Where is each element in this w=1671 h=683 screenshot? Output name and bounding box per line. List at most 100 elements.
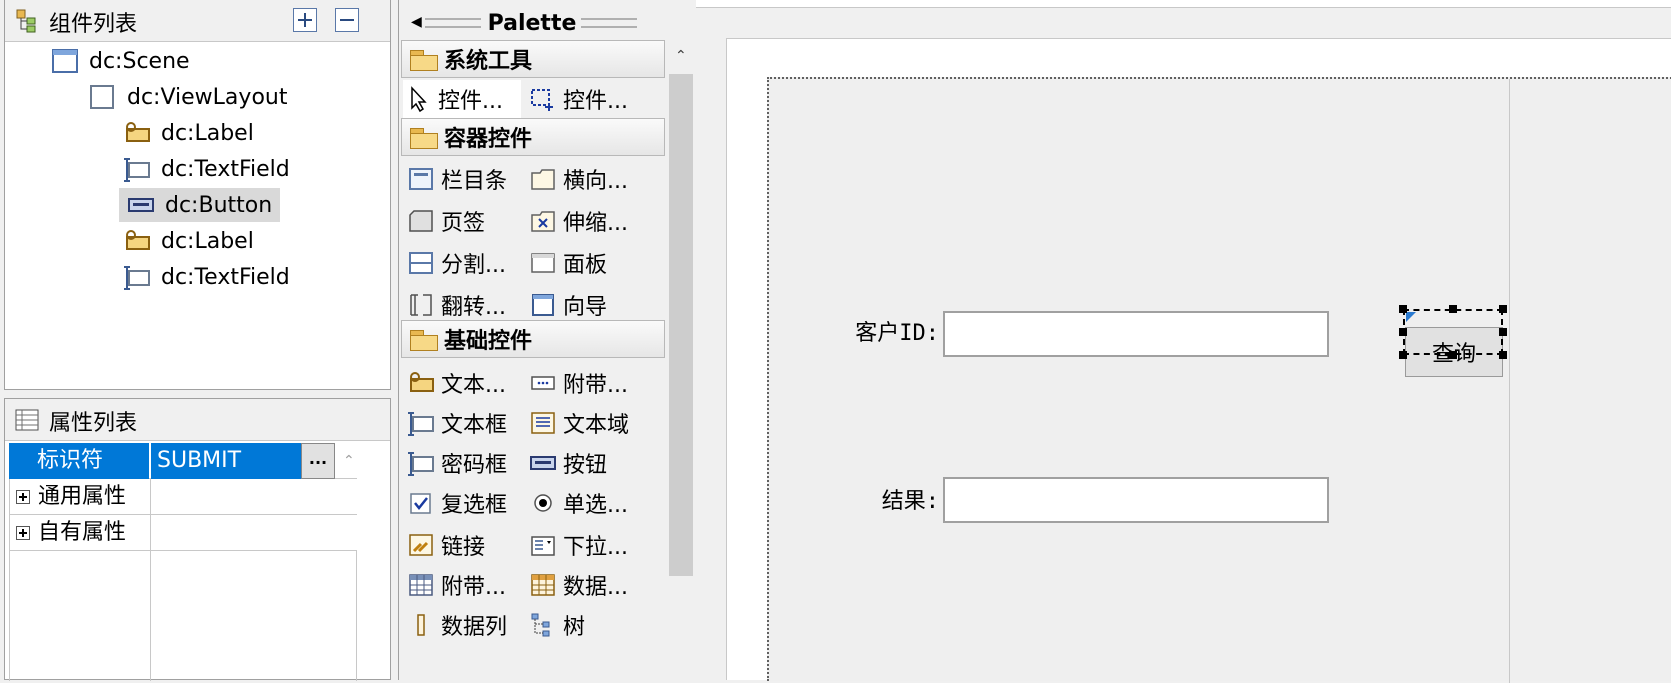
palette-item-textbox[interactable]: 文本框 (407, 404, 507, 442)
customer-id-label[interactable]: 客户ID: (829, 315, 939, 347)
palette-item-attached-1[interactable]: 附带... (529, 364, 628, 402)
tree-item-textfield-2[interactable]: dc:TextField (123, 260, 290, 294)
grip-right (581, 18, 637, 28)
palette-item-data[interactable]: 数据... (529, 566, 628, 604)
tree-item-textfield-1[interactable]: dc:TextField (123, 152, 290, 186)
palette-item-marquee-tool[interactable]: 控件... (529, 80, 628, 118)
textarea-icon (529, 409, 557, 437)
collapse-all-button[interactable] (335, 8, 359, 32)
palette-item-checkbox[interactable]: 复选框 (407, 484, 507, 522)
scroll-up-arrow-icon[interactable]: ⌃ (675, 48, 687, 64)
customer-id-input[interactable] (943, 311, 1329, 357)
link-icon (407, 531, 435, 559)
marquee-select-icon (529, 85, 557, 113)
top-ruler (696, 0, 1671, 8)
palette-item-label: 控件... (563, 89, 628, 114)
palette-item-wizard[interactable]: 向导 (529, 286, 607, 324)
tree-item-label: dc:ViewLayout (127, 84, 288, 110)
palette-item-tree[interactable]: 树 (529, 606, 585, 644)
scroll-up-icon[interactable]: ⌃ (343, 453, 355, 469)
resize-handle[interactable] (1399, 328, 1407, 336)
palette-item-label: 页签 (441, 211, 486, 236)
palette-item-label: 树 (563, 615, 586, 640)
palette-item-textarea[interactable]: 文本域 (529, 404, 629, 442)
label-icon (123, 227, 151, 255)
resize-handle[interactable] (1399, 305, 1407, 313)
palette-item-attached-2[interactable]: 附带... (407, 566, 506, 604)
resize-handle[interactable] (1499, 305, 1507, 313)
property-row-own[interactable]: 自有属性 (9, 515, 357, 551)
resize-handle[interactable] (1499, 328, 1507, 336)
palette-item-collapsible[interactable]: 伸缩... (529, 202, 628, 240)
tree-item-selected-bg: dc:Button (119, 188, 281, 222)
tree-item-label-1[interactable]: dc:Label (123, 116, 254, 150)
palette-item-password[interactable]: 密码框 (407, 444, 507, 482)
property-list-icon (15, 409, 39, 431)
palette-category-container[interactable]: 容器控件 (401, 118, 665, 156)
property-row-identifier[interactable]: 标识符 SUBMIT ... ⌃ (9, 443, 357, 479)
palette-item-splitter[interactable]: 分割... (407, 244, 506, 282)
category-label: 系统工具 (444, 49, 533, 74)
palette-category-system[interactable]: 系统工具 (401, 40, 665, 78)
result-input[interactable] (943, 477, 1329, 523)
expand-icon[interactable] (16, 526, 30, 540)
palette-item-dropdown[interactable]: 下拉... (529, 526, 628, 564)
textfield-icon (407, 409, 435, 437)
grid-table-icon (407, 571, 435, 599)
ellipsis-button[interactable]: ... (301, 443, 335, 479)
palette-item-flip[interactable]: 翻转... (407, 286, 506, 324)
folder-icon (410, 328, 438, 351)
folder-icon (410, 48, 438, 71)
design-canvas: 客户ID: 查询 结果: (696, 0, 1671, 683)
textfield-icon (123, 155, 151, 183)
palette-item-button[interactable]: 按钮 (529, 444, 607, 482)
tree-item-scene[interactable]: dc:Scene (51, 44, 190, 78)
property-value-input[interactable]: SUBMIT (151, 443, 301, 479)
palette-scrollbar[interactable]: ⌃ (667, 42, 695, 680)
resize-handle[interactable] (1449, 305, 1457, 313)
palette-item-column-bar[interactable]: 栏目条 (407, 160, 507, 198)
tree-item-viewlayout[interactable]: dc:ViewLayout (89, 80, 287, 114)
palette-item-tab[interactable]: 页签 (407, 202, 485, 240)
palette-item-label: 伸缩... (563, 211, 628, 236)
resize-handle[interactable] (1449, 351, 1457, 359)
palette-item-text[interactable]: 文本... (407, 364, 506, 402)
component-tree-header: 组件列表 (5, 0, 390, 42)
palette-item-data-column[interactable]: 数据列 (407, 606, 507, 644)
palette-item-label: 单选... (563, 493, 628, 518)
expand-all-button[interactable] (293, 8, 317, 32)
column-divider (150, 551, 151, 681)
data-column-icon (407, 611, 435, 639)
tree-item-button[interactable]: dc:Button (119, 188, 281, 222)
palette-item-panel[interactable]: 面板 (529, 244, 607, 282)
tree-item-label: dc:Button (165, 192, 273, 218)
palette-scrollbar-thumb[interactable] (669, 74, 693, 576)
palette-item-label: 按钮 (563, 453, 608, 478)
tree-item-label-2[interactable]: dc:Label (123, 224, 254, 258)
palette-item-link[interactable]: 链接 (407, 526, 485, 564)
resize-handle[interactable] (1399, 351, 1407, 359)
result-label[interactable]: 结果: (829, 483, 939, 515)
palette-item-label: 文本域 (563, 413, 630, 438)
property-row-general[interactable]: 通用属性 (9, 479, 357, 515)
palette-item-select-tool[interactable]: 控件... (403, 80, 521, 118)
tab-icon (407, 207, 435, 235)
tree-item-label: dc:TextField (161, 156, 290, 182)
scene-icon (51, 47, 79, 75)
palette-item-horizontal[interactable]: 横向... (529, 160, 628, 198)
palette-item-label: 附带... (563, 373, 628, 398)
palette-item-label: 数据列 (441, 615, 508, 640)
tree-item-label: dc:TextField (161, 264, 290, 290)
expand-icon[interactable] (16, 490, 30, 504)
property-key: 标识符 (9, 443, 149, 479)
palette-category-basic[interactable]: 基础控件 (401, 320, 665, 358)
palette-item-label: 控件... (438, 89, 503, 114)
flip-icon (407, 291, 435, 319)
resize-handle[interactable] (1499, 351, 1507, 359)
view-layout-area[interactable]: 客户ID: 查询 结果: (767, 77, 1671, 683)
palette-item-label: 栏目条 (441, 169, 508, 194)
palette-item-label: 分割... (441, 253, 506, 278)
component-tree-title: 组件列表 (49, 12, 138, 37)
palette-item-radio[interactable]: 单选... (529, 484, 628, 522)
category-label: 容器控件 (444, 127, 533, 152)
